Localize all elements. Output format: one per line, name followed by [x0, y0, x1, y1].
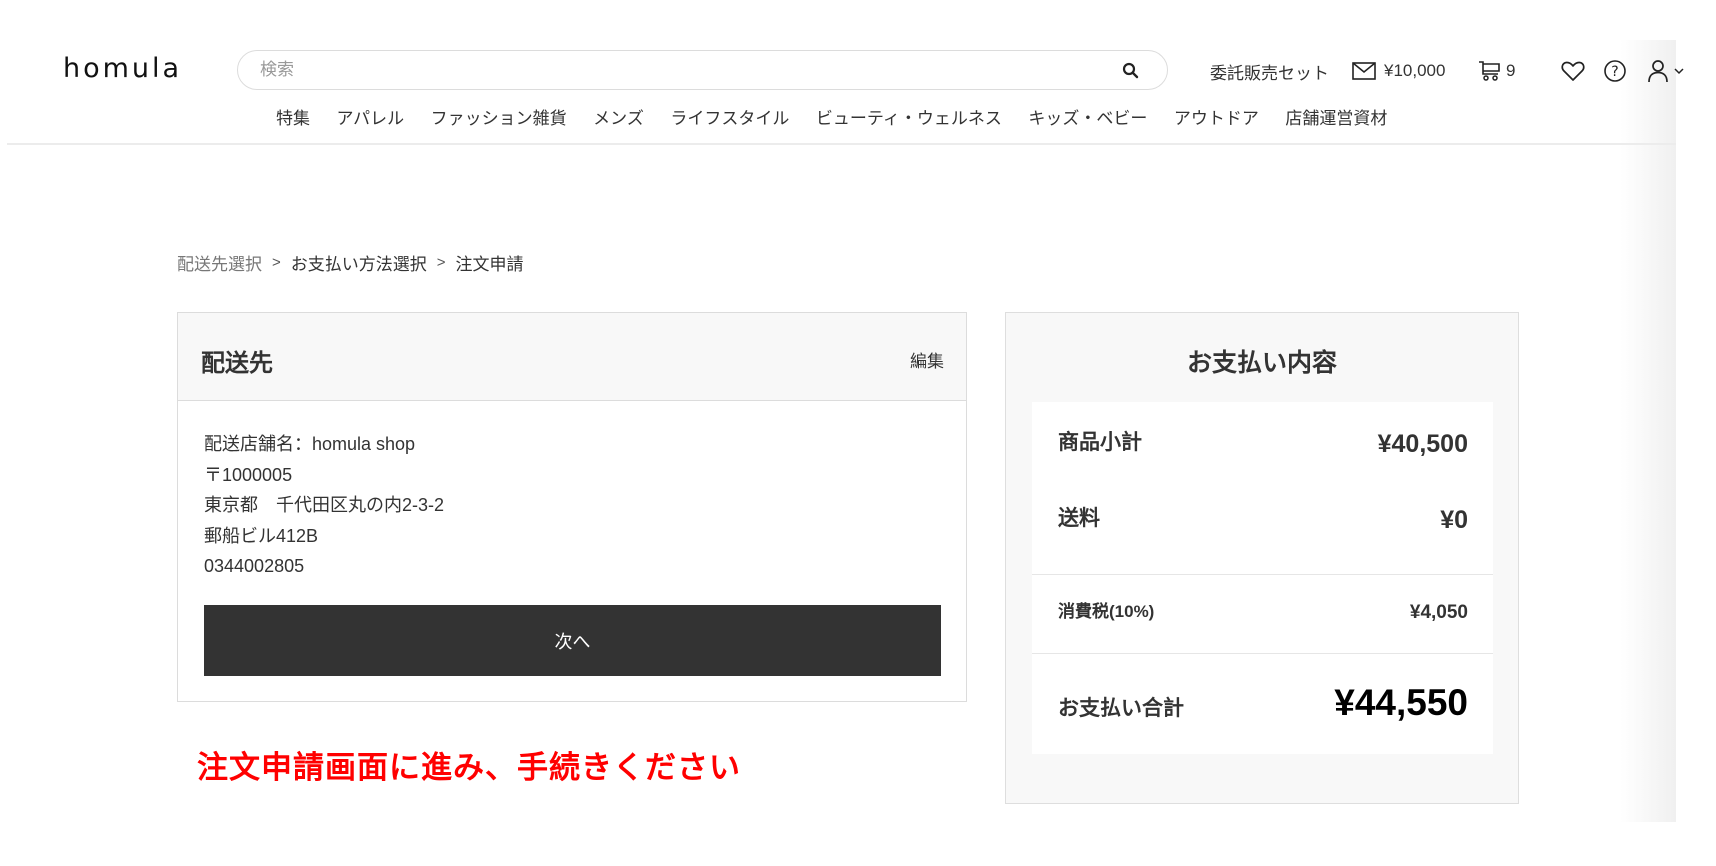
search-bar	[237, 50, 1168, 90]
edit-shipping-link[interactable]: 編集	[910, 347, 944, 372]
breadcrumb-item-order-request: 注文申請	[455, 255, 524, 274]
address-line-1: 東京都 千代田区丸の内2-3-2	[204, 495, 445, 515]
category-nav: 特集 アパレル ファッション雑貨 メンズ ライフスタイル ビューティ・ウェルネス…	[276, 104, 1414, 129]
nav-item-fashion-goods[interactable]: ファッション雑貨	[431, 104, 567, 129]
cart-count: 9	[1506, 61, 1516, 80]
breadcrumb-separator: >	[272, 254, 281, 271]
total-row: お支払い合計 ¥44,550	[1032, 653, 1493, 754]
nav-item-lifestyle[interactable]: ライフスタイル	[670, 104, 789, 129]
search-input[interactable]	[260, 51, 1080, 89]
consignment-set-link[interactable]: 委託販売セット	[1210, 56, 1329, 86]
address-postal-code: 〒1000005	[204, 464, 293, 485]
help-icon: ?	[1603, 59, 1627, 83]
nav-item-features[interactable]: 特集	[276, 104, 310, 129]
logo[interactable]: homula	[63, 53, 182, 84]
total-value: ¥44,550	[1334, 682, 1468, 723]
mail-balance-link[interactable]: ¥10,000	[1352, 56, 1445, 86]
breadcrumb-item-shipping-select[interactable]: 配送先選択	[177, 250, 262, 275]
breadcrumb-item-payment-select: お支払い方法選択	[290, 255, 427, 274]
svg-text:?: ?	[1611, 64, 1618, 80]
nav-item-store-supplies[interactable]: 店舗運営資材	[1285, 104, 1387, 129]
help-button[interactable]: ?	[1603, 56, 1627, 86]
shipping-fee-row: 送料 ¥0	[1032, 488, 1493, 574]
favorites-button[interactable]	[1561, 56, 1585, 86]
nav-item-kids-baby[interactable]: キッズ・ベビー	[1028, 104, 1147, 129]
total-label: お支払い合計	[1058, 697, 1184, 720]
shipping-fee-value: ¥0	[1440, 506, 1468, 534]
address-phone: 0344002805	[204, 556, 305, 576]
tax-row: 消費税(10%) ¥4,050	[1032, 574, 1493, 653]
mail-icon	[1352, 62, 1376, 80]
breadcrumb: 配送先選択 > お支払い方法選択 > 注文申請	[177, 250, 524, 275]
chevron-down-icon	[1673, 67, 1685, 75]
site-header: homula 委託販売セット ¥10,000 9 ?	[7, 0, 1684, 145]
tax-label: 消費税(10%)	[1058, 602, 1155, 621]
shipping-card: 配送先 編集 配送店舗名：homula shop 〒1000005 東京都 千代…	[177, 312, 967, 702]
payment-summary-panel: お支払い内容 商品小計 ¥40,500 送料 ¥0 消費税(10%) ¥4,05…	[1005, 312, 1519, 804]
address-line-2: 郵船ビル412B	[204, 525, 319, 546]
nav-item-beauty-wellness[interactable]: ビューティ・ウェルネス	[816, 104, 1002, 129]
search-icon[interactable]	[1121, 61, 1141, 81]
nav-item-outdoor[interactable]: アウトドア	[1174, 104, 1259, 129]
shipping-title: 配送先	[201, 350, 273, 377]
payment-summary-title: お支払い内容	[1186, 349, 1337, 377]
subtotal-label: 商品小計	[1058, 431, 1142, 454]
address-store-name: 配送店舗名：homula shop	[204, 434, 416, 454]
shipping-fee-label: 送料	[1058, 507, 1100, 530]
shipping-card-header: 配送先 編集	[178, 313, 966, 401]
tax-value: ¥4,050	[1409, 602, 1468, 623]
cart-link[interactable]: 9	[1478, 56, 1515, 86]
cart-icon	[1478, 60, 1502, 82]
user-icon	[1647, 59, 1669, 83]
nav-item-apparel[interactable]: アパレル	[337, 104, 405, 129]
nav-item-mens[interactable]: メンズ	[593, 104, 644, 129]
page-edge-shadow	[1620, 40, 1676, 822]
subtotal-row: 商品小計 ¥40,500	[1032, 402, 1493, 488]
shipping-address: 配送店舗名：homula shop 〒1000005 東京都 千代田区丸の内2-…	[178, 401, 966, 582]
account-menu[interactable]	[1647, 56, 1685, 86]
instruction-annotation: 注文申請画面に進み、手続きください	[197, 750, 741, 785]
subtotal-value: ¥40,500	[1377, 430, 1468, 458]
breadcrumb-separator: >	[436, 254, 446, 271]
mail-balance: ¥10,000	[1384, 61, 1446, 80]
next-button[interactable]: 次へ	[204, 605, 941, 676]
heart-icon	[1561, 60, 1585, 82]
consignment-set-label: 委託販売セット	[1210, 63, 1329, 83]
payment-summary-box: 商品小計 ¥40,500 送料 ¥0 消費税(10%) ¥4,050 お支払い合…	[1032, 402, 1493, 754]
